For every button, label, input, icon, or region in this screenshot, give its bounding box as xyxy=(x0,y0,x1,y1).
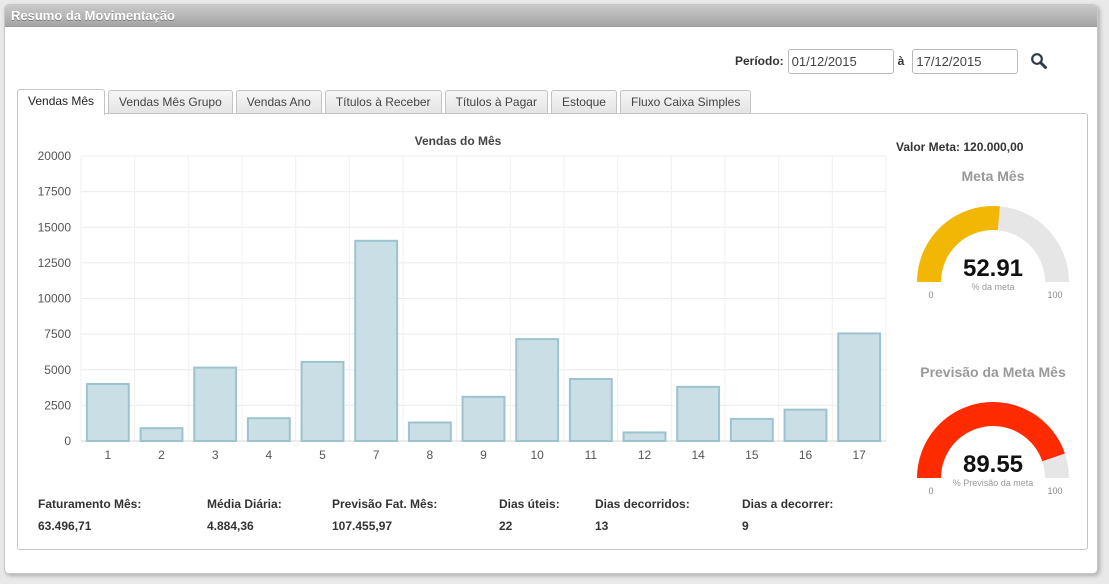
tab-panel: Vendas do Mês 0 2500 5000 7500 10000 12500 150… xyxy=(17,113,1088,550)
x-tick-label: 11 xyxy=(585,448,598,462)
y-tick-label: 0 xyxy=(64,434,71,448)
bar-10[interactable] xyxy=(515,338,560,442)
gauge-title-meta: Meta Mês xyxy=(961,168,1025,184)
y-tick-label: 20000 xyxy=(38,149,72,163)
tab-titulos-receber[interactable]: Títulos à Receber xyxy=(324,90,442,114)
bar-9[interactable] xyxy=(461,395,506,443)
period-label: Período: xyxy=(735,54,784,68)
stat-label: Dias a decorrer: xyxy=(742,497,834,511)
stat-label: Previsão Fat. Mês: xyxy=(332,497,438,511)
x-tick-label: 5 xyxy=(319,448,326,462)
tab-bar: Vendas Mês Vendas Mês Grupo Vendas Ano T… xyxy=(17,88,754,115)
tab-fluxo-caixa[interactable]: Fluxo Caixa Simples xyxy=(619,90,752,114)
y-tick-label: 15000 xyxy=(38,220,72,234)
x-tick-label: 16 xyxy=(799,448,813,462)
gauge-title-previsao: Previsão da Meta Mês xyxy=(920,364,1066,380)
bar-2[interactable] xyxy=(139,427,184,442)
x-tick-label: 7 xyxy=(373,448,380,462)
y-tick-label: 7500 xyxy=(44,327,71,341)
start-date-input[interactable] xyxy=(787,48,894,74)
stat-value: 63.496,71 xyxy=(38,519,92,533)
bar-7[interactable] xyxy=(354,239,399,442)
stat-dias-uteis: Dias úteis: 22 xyxy=(499,497,560,533)
gauge-sublabel: % Previsão da meta xyxy=(953,478,1034,488)
summary-window: Resumo da Movimentação Período: à Vendas… xyxy=(4,4,1098,574)
gauge-sublabel: % da meta xyxy=(971,282,1014,292)
end-date-input[interactable] xyxy=(912,48,1019,74)
bar-11[interactable] xyxy=(568,378,613,443)
stat-label: Dias decorridos: xyxy=(595,497,690,511)
y-tick-label: 17500 xyxy=(38,185,72,199)
stat-label: Média Diária: xyxy=(207,497,282,511)
x-tick-label: 4 xyxy=(265,448,272,462)
x-tick-label: 15 xyxy=(745,448,759,462)
tab-vendas-mes-grupo[interactable]: Vendas Mês Grupo xyxy=(108,90,233,114)
tab-estoque[interactable]: Estoque xyxy=(550,90,617,114)
tab-vendas-mes[interactable]: Vendas Mês xyxy=(17,89,106,115)
meta-value: Valor Meta: 120.000,00 xyxy=(896,140,1024,154)
x-tick-label: 14 xyxy=(691,448,705,462)
x-tick-label: 10 xyxy=(530,448,544,462)
stat-dias-decorrer: Dias a decorrer: 9 xyxy=(742,497,833,533)
window-title: Resumo da Movimentação xyxy=(5,5,1097,27)
gauge-max-label: 100 xyxy=(1047,486,1062,496)
tab-vendas-ano[interactable]: Vendas Ano xyxy=(235,90,322,114)
stat-media-diaria: Média Diária: 4.884,36 xyxy=(207,497,282,533)
bar-4[interactable] xyxy=(246,417,291,443)
x-tick-label: 1 xyxy=(104,448,111,462)
gauge-min-label: 0 xyxy=(928,290,933,300)
stat-value: 4.884,36 xyxy=(207,519,254,533)
bar-8[interactable] xyxy=(407,421,452,443)
bar-12[interactable] xyxy=(622,431,667,443)
y-tick-label: 10000 xyxy=(38,292,72,306)
bar-1[interactable] xyxy=(85,383,130,442)
y-tick-label: 2500 xyxy=(44,398,71,412)
bar-17[interactable] xyxy=(837,332,882,443)
bar-3[interactable] xyxy=(193,366,238,442)
stat-value: 13 xyxy=(595,519,609,533)
x-tick-label: 3 xyxy=(212,448,219,462)
stat-previsao-fat: Previsão Fat. Mês: 107.455,97 xyxy=(332,497,437,533)
y-tick-label: 12500 xyxy=(38,256,72,270)
x-tick-label: 17 xyxy=(852,448,866,462)
x-tick-label: 12 xyxy=(638,448,652,462)
bar-5[interactable] xyxy=(300,360,345,443)
tab-titulos-pagar[interactable]: Títulos à Pagar xyxy=(444,90,548,114)
stat-dias-decorridos: Dias decorridos: 13 xyxy=(595,497,690,533)
gauge-max-label: 100 xyxy=(1047,290,1062,300)
stat-label: Faturamento Mês: xyxy=(38,497,142,511)
stat-value: 9 xyxy=(742,519,749,533)
bar-14[interactable] xyxy=(676,385,721,443)
stat-value: 107.455,97 xyxy=(332,519,393,533)
stat-value: 22 xyxy=(499,519,513,533)
period-separator: à xyxy=(897,54,905,68)
x-tick-label: 8 xyxy=(426,448,433,462)
period-filter: Período: à xyxy=(735,48,1048,74)
bar-15[interactable] xyxy=(729,417,774,443)
gauge-value: 89.55 xyxy=(963,451,1023,478)
stat-faturamento: Faturamento Mês: 63.496,71 xyxy=(38,497,141,533)
search-icon[interactable] xyxy=(1030,52,1048,70)
bar-16[interactable] xyxy=(783,408,828,442)
y-tick-label: 5000 xyxy=(44,363,71,377)
gauge-min-label: 0 xyxy=(928,486,933,496)
x-tick-label: 9 xyxy=(480,448,487,462)
gauge-value: 52.91 xyxy=(963,255,1023,282)
gauge-previsao-meta: 89.55% Previsão da meta 0 100 xyxy=(917,402,1069,496)
x-tick-label: 2 xyxy=(158,448,165,462)
gauge-meta-mes: 52.91% da meta 0 100 xyxy=(917,206,1069,300)
sales-chart: 025005000750010000125001500017500200001 2… xyxy=(38,149,887,462)
stat-label: Dias úteis: xyxy=(499,497,560,511)
